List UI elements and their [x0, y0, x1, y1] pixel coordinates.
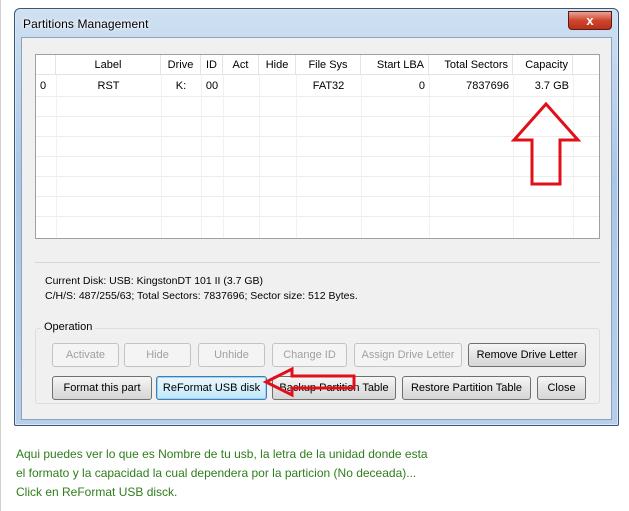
window-title: Partitions Management [23, 17, 149, 31]
grid-column [361, 75, 362, 238]
grid-column [201, 75, 202, 238]
col-header-id[interactable]: ID [201, 55, 223, 75]
cell-file-sys: FAT32 [312, 80, 345, 92]
cell-id: 00 [205, 80, 219, 92]
unhide-button[interactable]: Unhide [198, 343, 265, 367]
cell-index: 0 [40, 80, 47, 92]
operation-legend: Operation [41, 321, 96, 333]
backup-partition-table-button[interactable]: Backup Partition Table [272, 376, 396, 400]
grid-line [36, 216, 599, 217]
partitions-management-window: Partitions Management x Label Drive ID A… [14, 8, 619, 426]
col-header-file-sys[interactable]: File Sys [296, 55, 361, 75]
restore-partition-table-button[interactable]: Restore Partition Table [402, 376, 531, 400]
hide-button[interactable]: Hide [124, 343, 191, 367]
chs-info-text: C/H/S: 487/255/63; Total Sectors: 783769… [45, 290, 358, 302]
col-header-drive[interactable]: Drive [161, 55, 201, 75]
close-icon: x [586, 13, 594, 28]
operation-group: Operation Activate Hide Unhide Change ID… [35, 321, 600, 404]
grid-line [36, 136, 599, 137]
activate-button[interactable]: Activate [52, 343, 119, 367]
grid-line [36, 96, 599, 97]
col-header-index [36, 55, 56, 75]
cell-drive: K: [175, 80, 187, 92]
page-left-border [0, 0, 1, 511]
partition-table[interactable]: Label Drive ID Act Hide File Sys Start L… [35, 54, 600, 239]
window-client-area: Label Drive ID Act Hide File Sys Start L… [21, 37, 612, 420]
cell-total-sectors: 7837696 [466, 80, 509, 92]
col-header-hide[interactable]: Hide [259, 55, 296, 75]
table-row[interactable]: 0 RST K: 00 FAT32 0 7837696 3.7 GB [36, 76, 599, 96]
cell-label: RST [97, 80, 120, 92]
grid-column [161, 75, 162, 238]
grid-column [513, 75, 514, 238]
format-this-part-button[interactable]: Format this part [52, 376, 152, 400]
grid-column [573, 75, 574, 238]
grid-column [259, 75, 260, 238]
caption-line-3: Click en ReFormat USB disck. [16, 485, 178, 499]
caption-line-2: el formato y la capacidad la cual depend… [16, 466, 417, 480]
col-header-total-sectors[interactable]: Total Sectors [429, 55, 513, 75]
grid-line [36, 116, 599, 117]
disk-info-panel: Current Disk: USB: KingstonDT 101 II (3.… [35, 262, 600, 306]
table-header: Label Drive ID Act Hide File Sys Start L… [36, 55, 599, 75]
col-header-label[interactable]: Label [56, 55, 161, 75]
change-id-button[interactable]: Change ID [272, 343, 347, 367]
col-header-act[interactable]: Act [223, 55, 259, 75]
grid-column [223, 75, 224, 238]
col-header-capacity[interactable]: Capacity [513, 55, 573, 75]
close-button[interactable]: Close [537, 376, 586, 400]
grid-line [36, 196, 599, 197]
cell-hide [259, 76, 296, 96]
grid-column [429, 75, 430, 238]
current-disk-text: Current Disk: USB: KingstonDT 101 II (3.… [45, 275, 264, 287]
caption-line-1: Aqui puedes ver lo que es Nombre de tu u… [16, 447, 428, 461]
cell-capacity: 3.7 GB [534, 80, 569, 92]
remove-drive-letter-button[interactable]: Remove Drive Letter [468, 343, 586, 367]
grid-line [36, 176, 599, 177]
grid-column [296, 75, 297, 238]
cell-act [223, 76, 259, 96]
window-close-button[interactable]: x [568, 11, 612, 30]
assign-drive-letter-button[interactable]: Assign Drive Letter [354, 343, 462, 367]
cell-start-lba: 0 [418, 80, 425, 92]
grid-line [36, 156, 599, 157]
reformat-usb-disk-button[interactable]: ReFormat USB disk [156, 376, 267, 400]
grid-column [56, 75, 57, 238]
col-header-start-lba[interactable]: Start LBA [361, 55, 429, 75]
